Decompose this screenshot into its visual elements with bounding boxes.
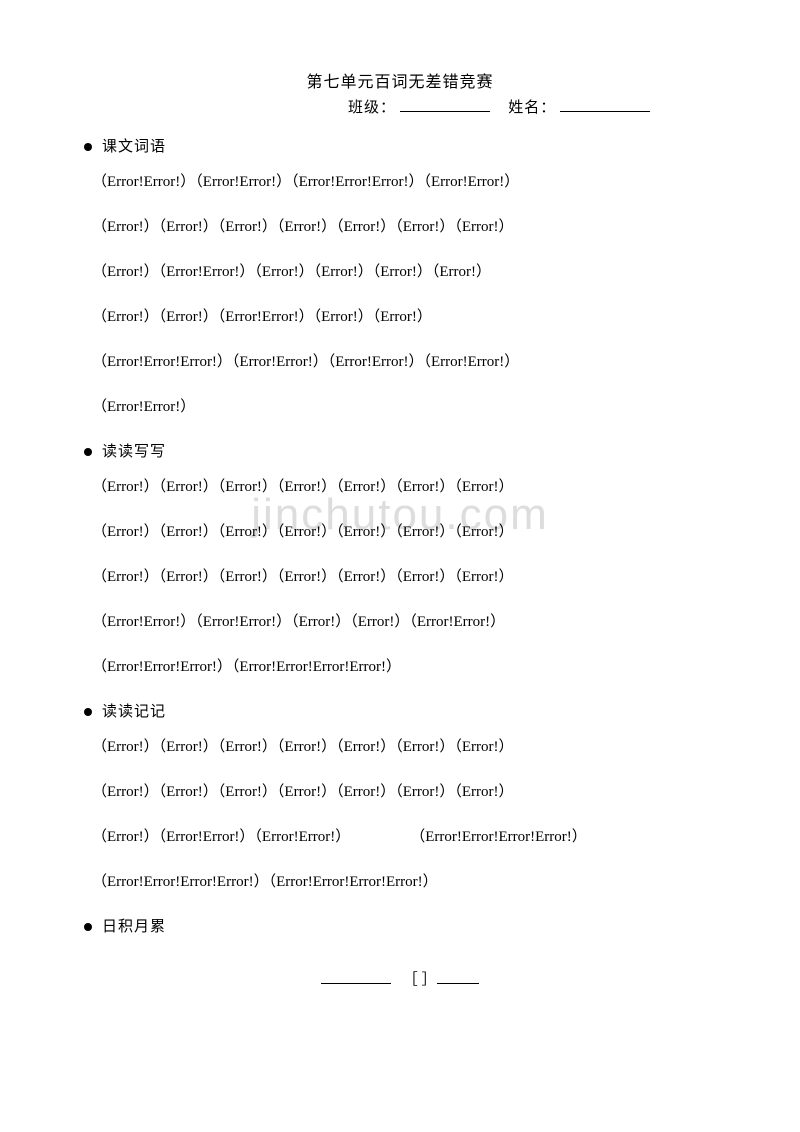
content-line: （Error!Error!Error!）（Error!Error!）（Error… xyxy=(92,350,722,371)
content-line: （Error!）（Error!Error!）（Error!Error!） （Err… xyxy=(92,825,722,846)
content-line: （Error!Error!）（Error!Error!）（Error!）（Err… xyxy=(92,610,722,631)
content-line: （Error!Error!Error!）（Error!Error!Error!E… xyxy=(92,655,722,676)
section-head-3: 读读记记 xyxy=(84,700,722,721)
content-line: （Error!）（Error!）（Error!）（Error!）（Error!）… xyxy=(92,565,722,586)
section-3-title: 读读记记 xyxy=(102,704,166,720)
fill-line[interactable] xyxy=(437,969,479,984)
bottom-fill-row: ［ ］ xyxy=(78,968,722,989)
class-input-line[interactable] xyxy=(400,97,490,112)
class-label: 班级： xyxy=(348,100,396,116)
bullet-icon xyxy=(84,143,92,151)
content-line: （Error!）（Error!）（Error!）（Error!）（Error!）… xyxy=(92,520,722,541)
bracket-text: ［ ］ xyxy=(403,972,437,988)
section-head-1: 课文词语 xyxy=(84,135,722,156)
name-label: 姓名： xyxy=(508,100,556,116)
section-2-title: 读读写写 xyxy=(102,444,166,460)
section-head-2: 读读写写 xyxy=(84,440,722,461)
section-head-4: 日积月累 xyxy=(84,915,722,936)
content-line: （Error!）（Error!）（Error!）（Error!）（Error!）… xyxy=(92,475,722,496)
content-text: （Error!）（Error!Error!）（Error!Error!） xyxy=(92,829,350,845)
content-line: （Error!Error!Error!Error!）（Error!Error!E… xyxy=(92,870,722,891)
section-1-title: 课文词语 xyxy=(102,139,166,155)
form-header-row: 班级： 姓名： xyxy=(78,96,722,117)
fill-line[interactable] xyxy=(321,969,391,984)
document-page: 第七单元百词无差错竞赛 班级： 姓名： 课文词语 （Error!Error!）（… xyxy=(0,0,800,1029)
bullet-icon xyxy=(84,708,92,716)
content-line: （Error!）（Error!）（Error!Error!）（Error!）（E… xyxy=(92,305,722,326)
content-line: （Error!）（Error!）（Error!）（Error!）（Error!）… xyxy=(92,215,722,236)
section-4-title: 日积月累 xyxy=(102,919,166,935)
content-line: （Error!）（Error!）（Error!）（Error!）（Error!）… xyxy=(92,735,722,756)
content-line: （Error!Error!）（Error!Error!）（Error!Error… xyxy=(92,170,722,191)
content-line: （Error!）（Error!Error!）（Error!）（Error!）（E… xyxy=(92,260,722,281)
content-text: （Error!Error!Error!Error!） xyxy=(410,829,587,845)
bullet-icon xyxy=(84,448,92,456)
bullet-icon xyxy=(84,923,92,931)
content-line: （Error!）（Error!）（Error!）（Error!）（Error!）… xyxy=(92,780,722,801)
content-line: （Error!Error!） xyxy=(92,395,722,416)
name-input-line[interactable] xyxy=(560,97,650,112)
page-title: 第七单元百词无差错竞赛 xyxy=(78,68,722,92)
